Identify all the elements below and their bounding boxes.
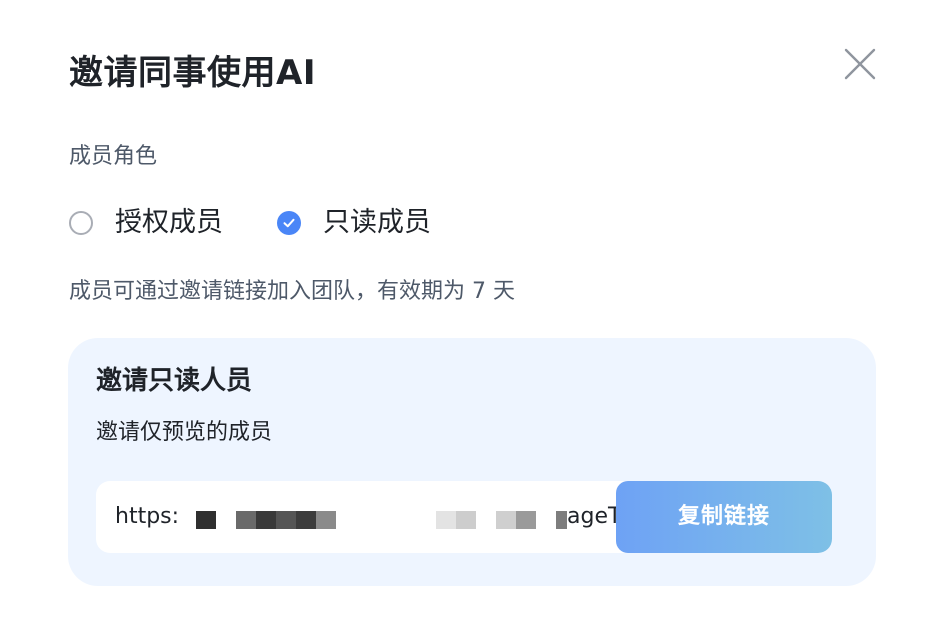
invite-card-title: 邀请只读人员	[96, 366, 253, 396]
invite-dialog: 邀请同事使用AI 成员角色 授权成员 只读成员 成员可通过邀请链接加入团队，有效…	[0, 0, 942, 632]
close-button[interactable]	[842, 46, 878, 82]
role-option-readonly[interactable]: 只读成员	[277, 205, 431, 241]
invite-link-text[interactable]: https: ageTy	[115, 481, 635, 553]
copy-link-button[interactable]: 复制链接	[616, 481, 832, 553]
radio-unchecked-icon[interactable]	[69, 211, 93, 235]
radio-checked-icon[interactable]	[277, 211, 301, 235]
member-role-label: 成员角色	[69, 144, 158, 169]
invite-link-start: https:	[115, 504, 180, 529]
invite-card: 邀请只读人员 邀请仅预览的成员 https: ageTy 复制链接	[68, 338, 876, 586]
role-option-label: 只读成员	[323, 207, 431, 238]
role-option-label: 授权成员	[115, 207, 223, 238]
dialog-title: 邀请同事使用AI	[69, 53, 316, 93]
invite-card-description: 邀请仅预览的成员	[96, 420, 273, 445]
invite-hint: 成员可通过邀请链接加入团队，有效期为 7 天	[69, 279, 515, 304]
invite-link-field[interactable]: https: ageTy 复制链接	[96, 481, 832, 553]
close-icon	[842, 46, 878, 82]
role-option-authorized[interactable]: 授权成员	[69, 205, 223, 241]
